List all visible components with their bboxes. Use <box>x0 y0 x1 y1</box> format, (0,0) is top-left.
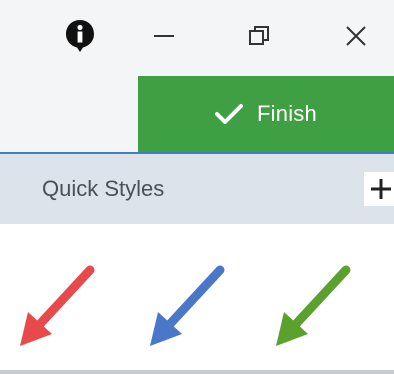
style-red-arrow[interactable] <box>12 264 102 354</box>
quick-styles-list <box>0 224 394 374</box>
checkmark-icon <box>215 103 244 125</box>
style-green-arrow[interactable] <box>268 264 358 354</box>
info-button[interactable] <box>54 10 106 62</box>
plus-icon <box>371 179 391 199</box>
style-blue-arrow[interactable] <box>142 264 232 354</box>
panel-bottom-border <box>0 370 394 374</box>
minimize-button[interactable] <box>138 10 190 62</box>
editor-panel: Finish Quick Styles <box>0 0 394 374</box>
info-icon <box>66 20 94 52</box>
restore-button[interactable] <box>233 10 285 62</box>
finish-button[interactable]: Finish <box>138 76 394 152</box>
minimize-icon <box>154 35 174 37</box>
green-arrow-icon <box>276 265 351 346</box>
add-style-button[interactable] <box>364 172 394 206</box>
restore-icon <box>249 26 269 45</box>
red-arrow-icon <box>20 265 95 346</box>
quick-styles-title: Quick Styles <box>42 176 165 201</box>
title-bar <box>0 0 394 76</box>
quick-styles-header: Quick Styles <box>0 154 394 224</box>
close-icon <box>346 26 366 46</box>
close-button[interactable] <box>330 10 382 62</box>
blue-arrow-icon <box>150 265 225 346</box>
finish-row: Finish <box>0 76 394 152</box>
finish-label: Finish <box>257 101 317 126</box>
